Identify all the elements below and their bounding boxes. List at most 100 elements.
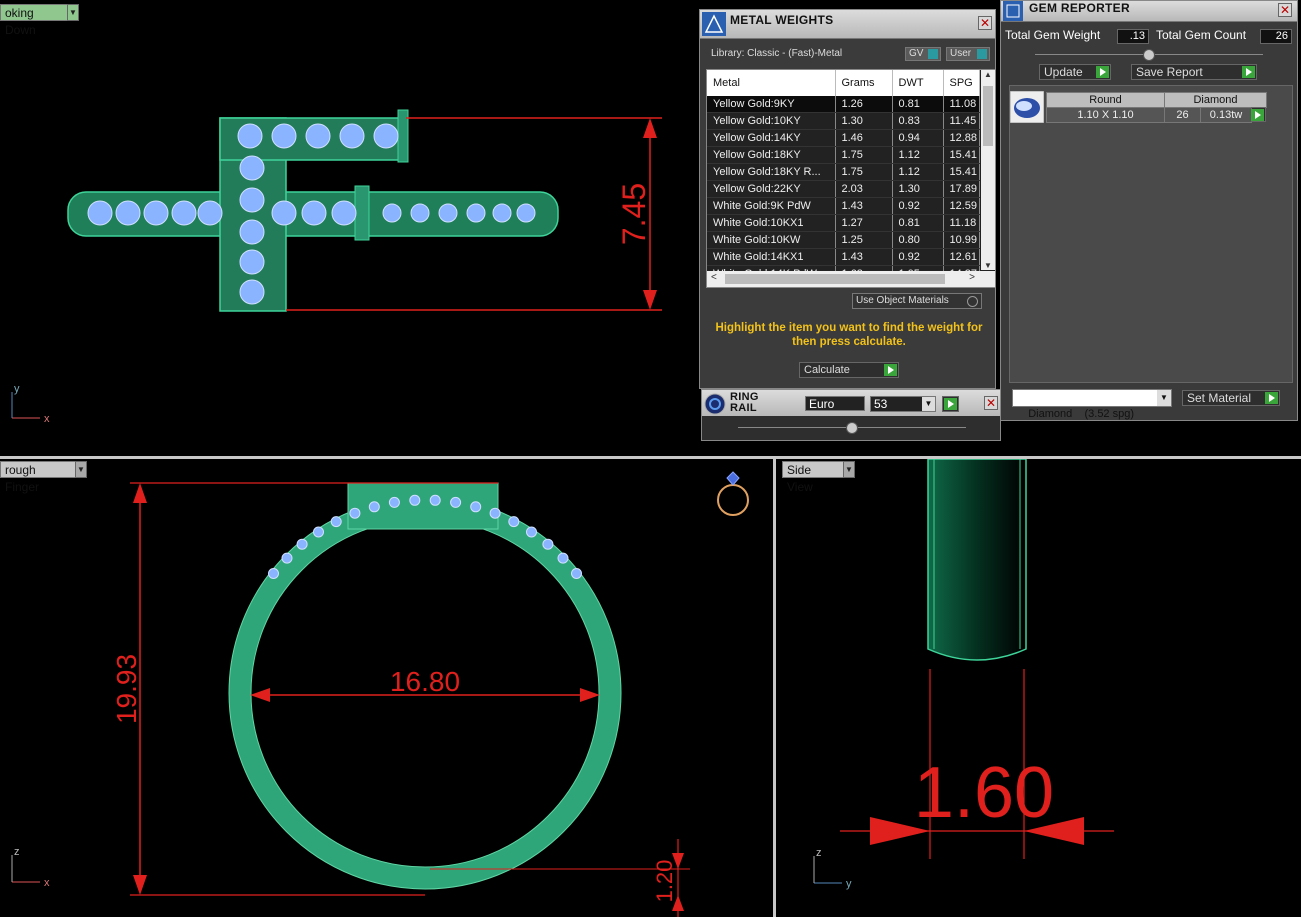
table-row[interactable]: White Gold:10KX1 1.27 0.81 11.18: [707, 214, 980, 232]
gv-toggle-label: GV: [909, 48, 924, 59]
table-row[interactable]: White Gold:14KX1 1.43 0.92 12.61: [707, 248, 980, 266]
ring-rail-title: RING RAIL: [730, 391, 759, 414]
gem-top: [115, 200, 141, 226]
table-cell: 0.81: [892, 214, 944, 232]
gem-top: [382, 203, 402, 223]
metal-weights-titlebar[interactable]: METAL WEIGHTS ✕: [700, 10, 995, 39]
column-header[interactable]: Metal: [707, 70, 836, 96]
slider-handle-icon[interactable]: [1143, 49, 1155, 61]
table-cell: 1.25: [835, 231, 893, 249]
table-cell: 1.75: [835, 163, 893, 181]
horizontal-scrollbar[interactable]: < >: [707, 271, 995, 287]
table-cell: 12.61: [943, 248, 980, 266]
dimension-height: 7.45: [616, 183, 652, 245]
table-row[interactable]: Yellow Gold:18KY 1.75 1.12 15.41: [707, 146, 980, 164]
gem-top: [438, 203, 458, 223]
axis-y-label: y: [846, 878, 852, 890]
gem-top: [410, 203, 430, 223]
gem-reporter-titlebar[interactable]: GEM REPORTER ✕: [1001, 1, 1297, 22]
scroll-thumb[interactable]: [983, 86, 993, 146]
set-material-button[interactable]: Set Material: [1182, 390, 1280, 406]
play-icon: [1251, 109, 1264, 121]
gem-front: [470, 501, 482, 513]
gem-top: [373, 123, 399, 149]
gem-top: [239, 187, 265, 213]
close-icon[interactable]: ✕: [978, 16, 992, 30]
table-cell: 15.41: [943, 146, 980, 164]
close-icon[interactable]: ✕: [984, 396, 998, 410]
table-row[interactable]: White Gold:9K PdW 1.43 0.92 12.59: [707, 197, 980, 215]
update-button[interactable]: Update: [1039, 64, 1111, 80]
ring-rail-apply-button[interactable]: [942, 396, 959, 412]
table-row[interactable]: Yellow Gold:14KY 1.46 0.94 12.88: [707, 129, 980, 147]
gem-front: [526, 526, 537, 538]
viewport-looking-down[interactable]: oking Down ▼ 7.45 y x: [0, 0, 700, 458]
gv-toggle[interactable]: GV: [905, 47, 941, 61]
save-report-label: Save Report: [1136, 65, 1203, 79]
table-cell: 0.80: [892, 231, 944, 249]
scroll-left-icon[interactable]: <: [711, 272, 717, 283]
material-select[interactable]: Diamond (3.52 spg) ▼: [1012, 389, 1172, 420]
metal-weights-title: METAL WEIGHTS: [730, 13, 834, 27]
table-row[interactable]: Yellow Gold:22KY 2.03 1.30 17.89: [707, 180, 980, 198]
gem-top: [339, 123, 365, 149]
hscroll-thumb[interactable]: [725, 274, 945, 284]
table-row[interactable]: White Gold:10KW 1.25 0.80 10.99: [707, 231, 980, 249]
table-row[interactable]: Yellow Gold:9KY 1.26 0.81 11.08: [707, 96, 980, 113]
gem-front: [268, 568, 279, 579]
gem-row[interactable]: Round Diamond 1.10 X 1.10 26 0.13tw: [1010, 91, 1267, 123]
slider-handle-icon[interactable]: [846, 422, 858, 434]
table-row[interactable]: Yellow Gold:10KY 1.30 0.83 11.45: [707, 112, 980, 130]
table-cell: 1.46: [835, 129, 893, 147]
gem-top: [87, 200, 113, 226]
gem-top: [239, 219, 265, 245]
save-report-button[interactable]: Save Report: [1131, 64, 1257, 80]
size-system-field[interactable]: Euro: [805, 396, 865, 411]
gem-reporter-panel: GEM REPORTER ✕ Total Gem Weight .13 Tota…: [1000, 0, 1298, 421]
gem-front: [330, 516, 342, 528]
table-cell: Yellow Gold:10KY: [707, 112, 836, 130]
column-header[interactable]: Grams: [835, 70, 893, 96]
scroll-down-icon[interactable]: ▼: [981, 261, 995, 270]
radio-icon: [967, 296, 978, 307]
ring-size-select[interactable]: 53 ▼: [870, 396, 936, 412]
viewport-side-view[interactable]: Side View ▼ 1.60 z y: [776, 459, 1301, 917]
scroll-right-icon[interactable]: >: [969, 272, 975, 283]
table-cell: 1.30: [892, 180, 944, 198]
total-gem-count-label: Total Gem Count: [1156, 28, 1247, 42]
close-icon[interactable]: ✕: [1278, 3, 1292, 17]
scroll-up-icon[interactable]: ▲: [981, 70, 995, 79]
hint-text: Highlight the item you want to find the …: [715, 322, 983, 348]
dimension-thickness: 1.20: [652, 860, 677, 903]
axis-y-label: y: [14, 383, 20, 395]
vertical-scrollbar[interactable]: ▲ ▼: [981, 70, 995, 270]
table-cell: 0.92: [892, 197, 944, 215]
table-cell: 1.12: [892, 146, 944, 164]
column-header[interactable]: SPG: [943, 70, 980, 96]
viewport-through-finger[interactable]: rough Finger ▼ 19.93 16.80 1.20 z x: [0, 459, 773, 917]
user-toggle[interactable]: User: [946, 47, 990, 61]
table-cell: 1.12: [892, 163, 944, 181]
calculate-button[interactable]: Calculate: [799, 362, 899, 378]
round-diamond-icon: [1010, 91, 1044, 123]
use-object-materials-toggle[interactable]: Use Object Materials: [852, 293, 982, 309]
scale-icon: [702, 12, 726, 36]
table-row[interactable]: Yellow Gold:18KY R... 1.75 1.12 15.41: [707, 163, 980, 181]
gem-top: [305, 123, 331, 149]
set-material-label: Set Material: [1187, 391, 1252, 405]
gem-select-button[interactable]: [1251, 107, 1266, 122]
chevron-down-icon: ▼: [922, 397, 935, 411]
table-cell: White Gold:10KX1: [707, 214, 836, 232]
axis-z-label: z: [816, 847, 822, 859]
column-header[interactable]: DWT: [892, 70, 944, 96]
calculate-label: Calculate: [804, 364, 850, 376]
metal-table-container[interactable]: Metal Grams DWT SPG Yellow Gold:9KY 1.26 0.81…: [706, 69, 996, 288]
dimension-inner-diameter: 16.80: [390, 666, 460, 697]
gem-shape: Round: [1046, 92, 1165, 108]
axis-x-label: x: [44, 877, 50, 889]
gem-list-area[interactable]: Round Diamond 1.10 X 1.10 26 0.13tw: [1009, 85, 1293, 383]
gem-top: [197, 200, 223, 226]
table-cell: Yellow Gold:9KY: [707, 96, 836, 113]
gem-top: [271, 200, 297, 226]
gem-front: [313, 526, 324, 538]
